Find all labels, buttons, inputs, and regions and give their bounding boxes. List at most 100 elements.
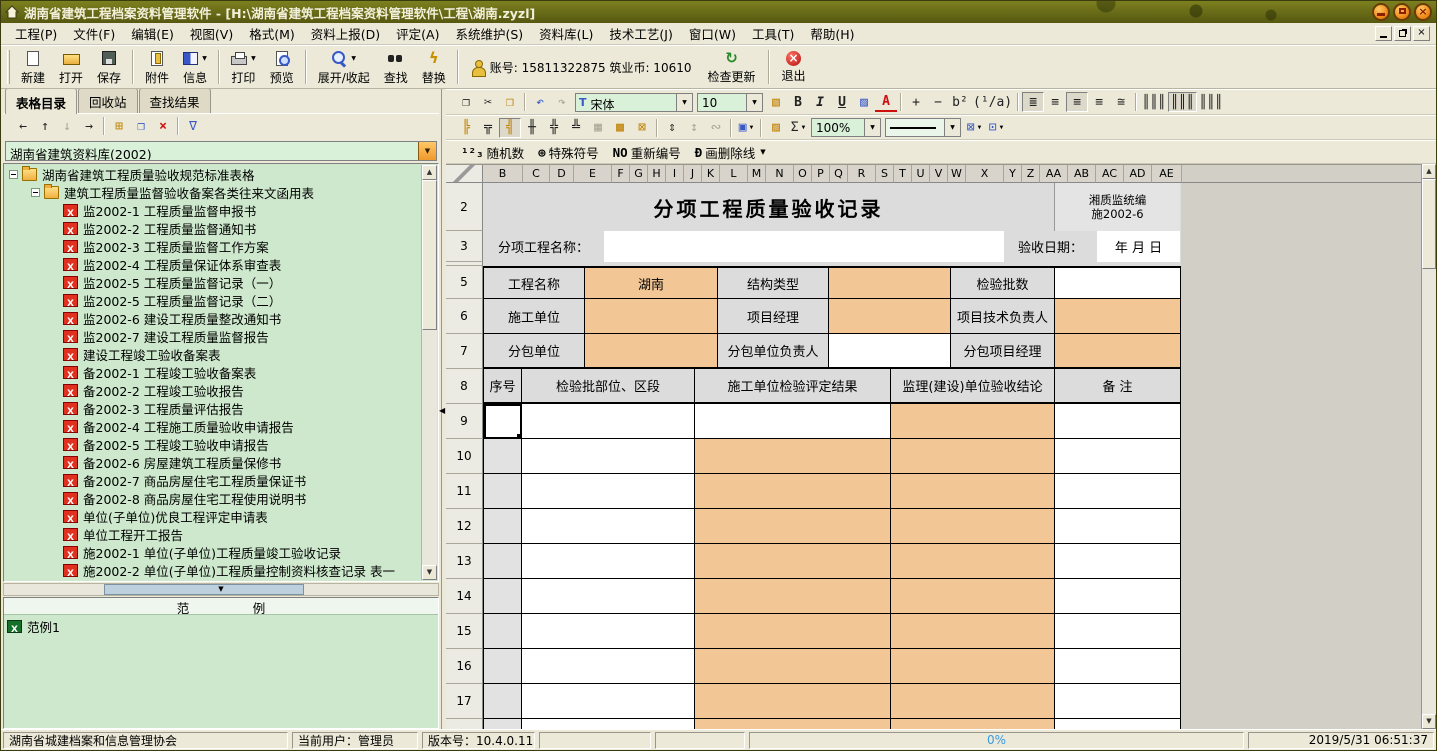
tree-item[interactable]: 备2002-2 工程竣工验收报告: [5, 381, 421, 399]
tab[interactable]: 查找结果: [139, 89, 211, 113]
filter-icon[interactable]: ∇▼: [182, 117, 204, 137]
italic-icon[interactable]: I▼: [809, 92, 831, 112]
increase-size-icon[interactable]: +▼: [905, 92, 927, 112]
tree-item[interactable]: 湖南省建筑工程质量验收规范标准表格: [5, 165, 421, 183]
data-cell[interactable]: [695, 509, 891, 544]
data-cell[interactable]: [695, 649, 891, 684]
scroll-up-icon[interactable]: ▲: [422, 165, 437, 180]
tree-item[interactable]: 备2002-5 工程竣工验收申请报告: [5, 435, 421, 453]
vertical-text-left-icon[interactable]: ║║║▼: [1140, 92, 1167, 112]
border-draw-icon[interactable]: ▨▼: [765, 118, 787, 138]
scroll-down-icon[interactable]: ▼: [1422, 714, 1436, 729]
row-header[interactable]: 9: [446, 404, 483, 439]
seq-cell[interactable]: [484, 579, 522, 614]
menu-item[interactable]: 资料上报(D): [303, 22, 388, 45]
seq-cell[interactable]: [484, 439, 522, 474]
tree-item[interactable]: 监2002-1 工程质量监督申报书: [5, 201, 421, 219]
tree-item[interactable]: 建设工程竣工验收备案表: [5, 345, 421, 363]
data-cell[interactable]: [1055, 614, 1181, 649]
attachment-button[interactable]: ▼ 附件: [138, 46, 176, 88]
batch-count-label-cell[interactable]: 检验批数: [951, 268, 1055, 299]
library-select-dropdown-icon[interactable]: ▼: [418, 142, 436, 160]
print-button[interactable]: ▼ 打印: [224, 46, 263, 88]
exit-button[interactable]: 退出: [774, 46, 814, 88]
seq-cell[interactable]: [484, 509, 522, 544]
menu-item[interactable]: 资料库(L): [531, 22, 601, 45]
column-header[interactable]: AC: [1096, 165, 1124, 183]
seq-cell[interactable]: [484, 649, 522, 684]
form-code-cell[interactable]: 湘质监统编 施2002-6: [1054, 183, 1180, 231]
copy-icon[interactable]: ❐▼: [455, 92, 477, 112]
check-update-button[interactable]: 检查更新: [699, 46, 763, 88]
replace-button[interactable]: ▼ 替换: [415, 46, 453, 88]
expand-toggle-icon[interactable]: [9, 170, 18, 179]
tree-vertical-scrollbar[interactable]: ▲ ▼: [421, 165, 437, 580]
random-number-button[interactable]: ¹²₃ 随机数: [461, 143, 524, 162]
minimize-button[interactable]: [1372, 3, 1390, 21]
row-header[interactable]: 6: [446, 299, 483, 334]
data-cell[interactable]: [1055, 719, 1181, 729]
column-header[interactable]: AD: [1124, 165, 1152, 183]
mdi-minimize-button[interactable]: [1375, 26, 1392, 41]
row-header[interactable]: 7: [446, 334, 483, 369]
column-header[interactable]: N: [766, 165, 794, 183]
column-header[interactable]: AA: [1040, 165, 1068, 183]
undo-icon[interactable]: ↶▼: [529, 92, 551, 112]
example-item[interactable]: 范例1: [7, 617, 435, 635]
data-cell[interactable]: [891, 684, 1055, 719]
row-header[interactable]: 8: [446, 369, 483, 404]
mdi-close-button[interactable]: ×: [1413, 26, 1430, 41]
column-header[interactable]: E: [574, 165, 612, 183]
row-header[interactable]: 11: [446, 474, 483, 509]
column-header[interactable]: T: [894, 165, 912, 183]
tree-item[interactable]: 施2002-1 单位(子单位)工程质量竣工验收记录: [5, 543, 421, 561]
column-header[interactable]: B: [483, 165, 523, 183]
tree-item[interactable]: 监2002-7 建设工程质量监督报告: [5, 327, 421, 345]
vertical-text-center-icon[interactable]: ║║║▼: [1168, 92, 1197, 112]
column-header[interactable]: F: [612, 165, 630, 183]
scroll-up-icon[interactable]: ▲: [1422, 164, 1436, 179]
accept-date-cell[interactable]: 年 月 日: [1097, 231, 1180, 262]
tree-item[interactable]: 监2002-5 工程质量监督记录（二）: [5, 291, 421, 309]
subcontractor-value-cell[interactable]: [585, 334, 718, 369]
accept-date-label-cell[interactable]: 验收日期：: [1004, 231, 1097, 262]
data-cell[interactable]: [522, 719, 695, 729]
data-cell[interactable]: [695, 404, 891, 439]
dropdown-arrow-icon[interactable]: ▼: [676, 94, 692, 111]
data-cell[interactable]: [522, 579, 695, 614]
structure-type-value-cell[interactable]: [829, 268, 951, 299]
data-cell[interactable]: [695, 719, 891, 729]
data-cell[interactable]: [522, 404, 695, 439]
subcontractor-label-cell[interactable]: 分包单位: [484, 334, 585, 369]
sub-lead-value-cell[interactable]: [829, 334, 951, 369]
align-justify-icon[interactable]: ≣▼: [1022, 92, 1044, 112]
splitter-collapse-icon[interactable]: ◀: [439, 406, 445, 415]
data-cell[interactable]: [1055, 404, 1181, 439]
column-header[interactable]: S: [876, 165, 894, 183]
structure-type-label-cell[interactable]: 结构类型: [718, 268, 829, 299]
data-cell[interactable]: [1055, 509, 1181, 544]
copy-table-icon[interactable]: ❐▼: [130, 117, 152, 137]
row-header[interactable]: 16: [446, 649, 483, 684]
redo-icon[interactable]: ↷▼: [551, 92, 573, 112]
font-size-select[interactable]: 10 ▼: [697, 93, 763, 112]
menu-item[interactable]: 系统维护(S): [447, 22, 531, 45]
data-cell[interactable]: [891, 579, 1055, 614]
data-cell[interactable]: [891, 614, 1055, 649]
mdi-restore-button[interactable]: [1394, 26, 1411, 41]
project-name-label-cell[interactable]: 工程名称: [484, 268, 585, 299]
decrease-size-icon[interactable]: −▼: [927, 92, 949, 112]
grid-fill-icon[interactable]: ▦▼: [587, 118, 609, 138]
data-cell[interactable]: [522, 474, 695, 509]
seq-cell[interactable]: [484, 474, 522, 509]
menu-item[interactable]: 技术工艺(J): [601, 22, 680, 45]
tree-item[interactable]: 监2002-5 工程质量监督记录（一）: [5, 273, 421, 291]
align-center-icon[interactable]: ≡▼: [1066, 92, 1088, 112]
column-header[interactable]: J: [684, 165, 702, 183]
line-spacing-increase-icon[interactable]: ⇕▼: [661, 118, 683, 138]
column-header[interactable]: AE: [1152, 165, 1182, 183]
tree-item[interactable]: 备2002-7 商品房屋住宅工程质量保证书: [5, 471, 421, 489]
maximize-button[interactable]: [1393, 3, 1411, 21]
open-button[interactable]: ▼ 打开: [52, 46, 90, 88]
column-header[interactable]: I: [666, 165, 684, 183]
